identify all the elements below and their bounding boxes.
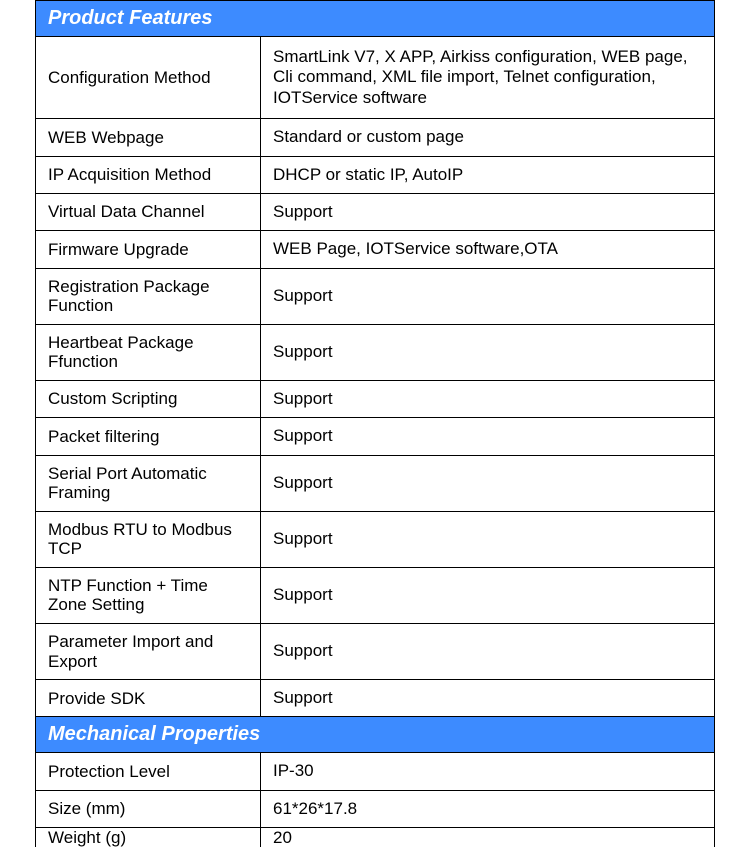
row-value: 20 xyxy=(261,828,714,847)
row-value: SmartLink V7, X APP, Airkiss configurati… xyxy=(261,37,714,118)
row-value: Support xyxy=(261,325,714,380)
row-label: Firmware Upgrade xyxy=(36,231,261,267)
table-row: Weight (g)20 xyxy=(36,827,714,847)
table-row: Packet filteringSupport xyxy=(36,417,714,454)
row-label: Custom Scripting xyxy=(36,381,261,417)
row-value: Support xyxy=(261,381,714,417)
row-value: DHCP or static IP, AutoIP xyxy=(261,157,714,193)
row-value: Support xyxy=(261,194,714,230)
row-label: Weight (g) xyxy=(36,828,261,847)
table-row: NTP Function + Time Zone SettingSupport xyxy=(36,567,714,623)
row-label: Provide SDK xyxy=(36,680,261,716)
row-value: Support xyxy=(261,456,714,511)
table-row: Serial Port Automatic FramingSupport xyxy=(36,455,714,511)
table-row: Registration Package FunctionSupport xyxy=(36,268,714,324)
table-row: Configuration MethodSmartLink V7, X APP,… xyxy=(36,36,714,118)
row-label: WEB Webpage xyxy=(36,119,261,155)
row-label: Registration Package Function xyxy=(36,269,261,324)
row-label: Heartbeat Package Ffunction xyxy=(36,325,261,380)
row-value: 61*26*17.8 xyxy=(261,791,714,827)
spec-table: Product FeaturesConfiguration MethodSmar… xyxy=(35,0,715,847)
row-label: Modbus RTU to Modbus TCP xyxy=(36,512,261,567)
row-label: Packet filtering xyxy=(36,418,261,454)
row-value: Support xyxy=(261,680,714,716)
table-row: Firmware UpgradeWEB Page, IOTService sof… xyxy=(36,230,714,267)
row-value: IP-30 xyxy=(261,753,714,789)
row-label: Configuration Method xyxy=(36,37,261,118)
row-label: NTP Function + Time Zone Setting xyxy=(36,568,261,623)
table-row: Provide SDKSupport xyxy=(36,679,714,716)
table-row: Size (mm)61*26*17.8 xyxy=(36,790,714,827)
section-header: Mechanical Properties xyxy=(36,716,714,752)
table-row: Protection LevelIP-30 xyxy=(36,752,714,789)
row-value: Support xyxy=(261,269,714,324)
table-row: Parameter Import and ExportSupport xyxy=(36,623,714,679)
table-row: Virtual Data ChannelSupport xyxy=(36,193,714,230)
row-label: Serial Port Automatic Framing xyxy=(36,456,261,511)
row-label: Virtual Data Channel xyxy=(36,194,261,230)
row-value: Support xyxy=(261,418,714,454)
row-label: Size (mm) xyxy=(36,791,261,827)
row-value: WEB Page, IOTService software,OTA xyxy=(261,231,714,267)
row-label: IP Acquisition Method xyxy=(36,157,261,193)
table-row: Modbus RTU to Modbus TCPSupport xyxy=(36,511,714,567)
table-row: Custom ScriptingSupport xyxy=(36,380,714,417)
table-row: IP Acquisition MethodDHCP or static IP, … xyxy=(36,156,714,193)
table-row: Heartbeat Package FfunctionSupport xyxy=(36,324,714,380)
row-value: Support xyxy=(261,568,714,623)
section-header: Product Features xyxy=(36,0,714,36)
row-label: Parameter Import and Export xyxy=(36,624,261,679)
row-value: Support xyxy=(261,624,714,679)
row-value: Support xyxy=(261,512,714,567)
table-row: WEB WebpageStandard or custom page xyxy=(36,118,714,155)
row-value: Standard or custom page xyxy=(261,119,714,155)
row-label: Protection Level xyxy=(36,753,261,789)
